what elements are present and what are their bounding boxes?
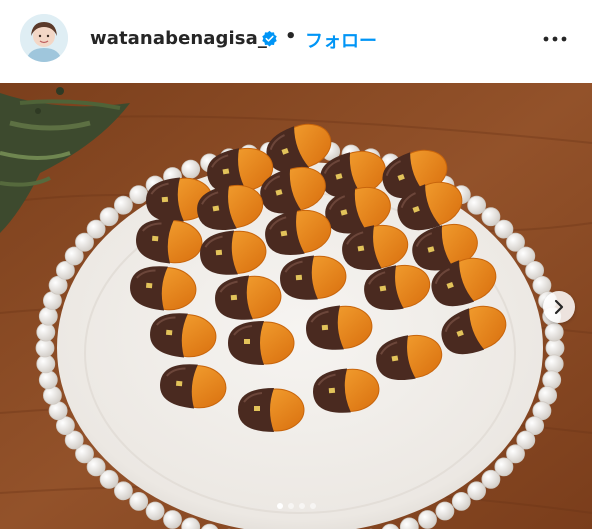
avatar-image [20, 14, 68, 62]
plate-bead [545, 338, 565, 358]
carousel-dot [287, 503, 294, 509]
plate-bead [544, 322, 564, 342]
plate-bead [35, 338, 55, 358]
post-header: watanabenagisa_ • フォロー [0, 0, 592, 80]
plate-bead [36, 322, 56, 342]
chocolate-orange-slice [228, 321, 295, 365]
plate-bead [129, 185, 149, 204]
chevron-right-icon [554, 299, 564, 315]
more-horizontal-icon[interactable] [538, 22, 572, 56]
carousel-indicator [0, 500, 592, 512]
plate-bead [418, 510, 437, 529]
username-link[interactable]: watanabenagisa_ [90, 28, 267, 49]
carousel-dot [309, 503, 316, 509]
verified-badge-icon [262, 30, 277, 47]
profile-avatar[interactable] [20, 14, 68, 62]
plate-bead [481, 469, 501, 489]
plate-bead [163, 510, 182, 529]
carousel-next-button[interactable] [543, 291, 575, 323]
follow-button[interactable]: フォロー [305, 27, 377, 53]
chocolate-orange-slice [238, 388, 305, 432]
plate-bead [467, 195, 487, 215]
plate-bead [99, 207, 119, 227]
plate-bead [181, 159, 201, 179]
separator-dot: • [285, 26, 297, 47]
plate-bead [542, 370, 562, 390]
plate-bead [36, 354, 56, 374]
carousel-dot [276, 503, 283, 509]
plate-bead [38, 370, 58, 390]
plate-bead [114, 481, 133, 501]
carousel-dot [298, 503, 305, 509]
plate-bead [114, 195, 133, 215]
plate-bead [38, 306, 58, 326]
plate-bead [544, 354, 564, 374]
post-photo[interactable] [0, 83, 592, 529]
plate-bead [43, 385, 62, 405]
plate-bead [467, 481, 487, 501]
photo-image [0, 83, 592, 529]
